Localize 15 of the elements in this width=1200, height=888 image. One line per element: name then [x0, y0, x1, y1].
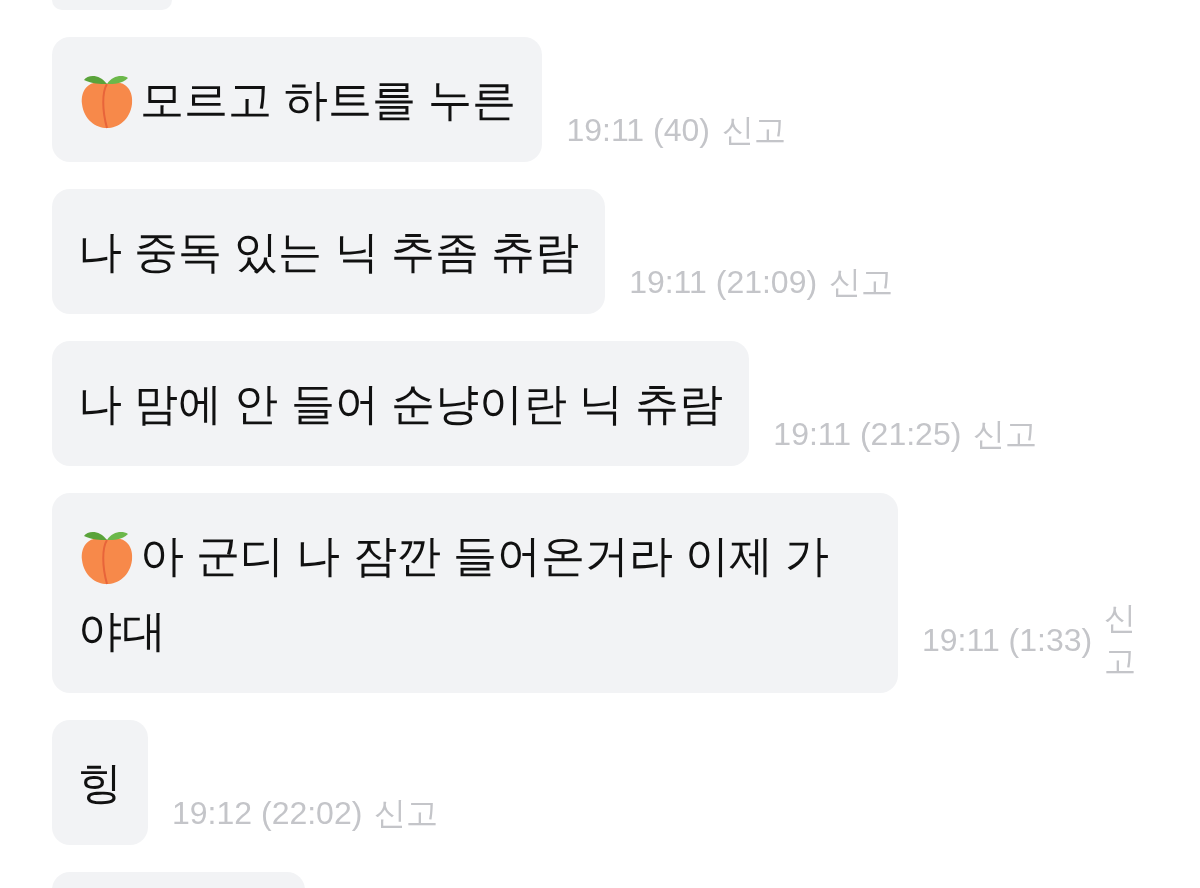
message-time: 19:11 (21:25): [773, 415, 962, 454]
message-time: 19:12 (22:02): [172, 794, 363, 833]
report-link[interactable]: 신고: [1104, 597, 1150, 683]
report-link[interactable]: 신고: [374, 792, 439, 835]
message-bubble: 힝: [52, 720, 148, 845]
report-link[interactable]: 신고: [829, 261, 894, 304]
report-link[interactable]: 신고: [721, 109, 786, 152]
message-bubble: 나 맘에 안 들어 순냥이란 닉 츄람: [52, 341, 750, 466]
report-link[interactable]: 신고: [973, 413, 1038, 456]
message-bubble: 아 군디 나 잠깐 들어온거라 이제 가야대: [52, 493, 898, 693]
message-time: 19:11 (40): [566, 111, 710, 150]
message-time: 19:11 (21:09): [629, 263, 818, 302]
message-bubble: 나 중독 있는 닉 추좀 츄람: [52, 189, 606, 314]
message-bubble: 모르고 하트를 누른: [52, 37, 543, 162]
message-time: 19:11 (1:33): [922, 620, 1093, 660]
